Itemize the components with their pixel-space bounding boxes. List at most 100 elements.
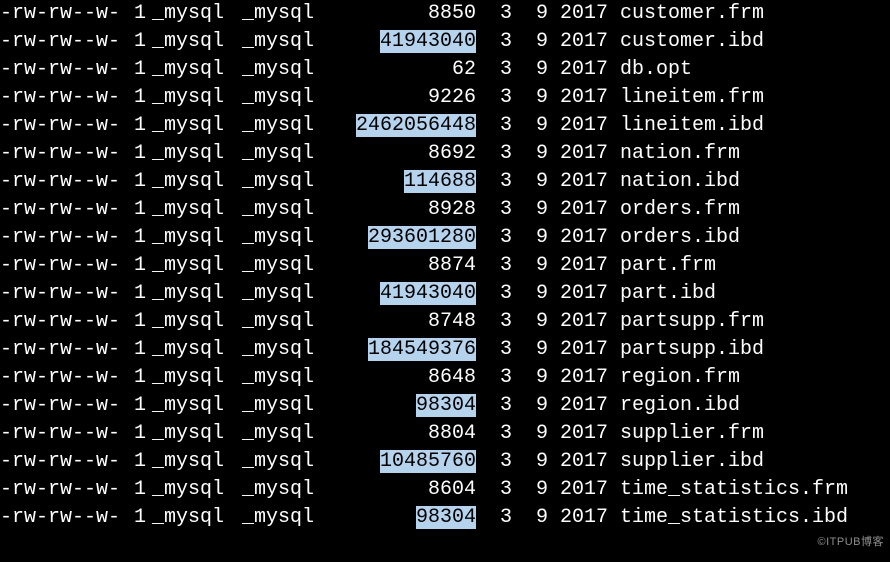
file-name: orders.frm xyxy=(608,196,740,224)
ls-row[interactable]: -rw-rw--w-1_mysql_mysql8874392017part.fr… xyxy=(0,252,890,280)
file-size[interactable]: 8804 xyxy=(428,422,476,445)
file-permissions: -rw-rw--w- xyxy=(0,252,122,280)
ls-row[interactable]: -rw-rw--w-1_mysql_mysql41943040392017cus… xyxy=(0,28,890,56)
file-size[interactable]: 293601280 xyxy=(368,226,476,249)
file-group: _mysql xyxy=(236,280,326,308)
file-month: 3 xyxy=(476,448,512,476)
file-month: 3 xyxy=(476,364,512,392)
terminal-output[interactable]: -rw-rw--w-1_mysql_mysql8850392017custome… xyxy=(0,0,890,532)
file-size[interactable]: 41943040 xyxy=(380,30,476,53)
file-day: 9 xyxy=(512,112,548,140)
file-group: _mysql xyxy=(236,84,326,112)
file-name: partsupp.ibd xyxy=(608,336,764,364)
file-size-cell: 41943040 xyxy=(326,280,476,308)
file-size[interactable]: 98304 xyxy=(416,394,476,417)
file-size[interactable]: 8874 xyxy=(428,254,476,277)
file-month: 3 xyxy=(476,84,512,112)
file-links: 1 xyxy=(122,420,146,448)
file-owner: _mysql xyxy=(146,252,236,280)
file-size[interactable]: 8692 xyxy=(428,142,476,165)
file-year: 2017 xyxy=(548,364,608,392)
file-permissions: -rw-rw--w- xyxy=(0,56,122,84)
file-size[interactable]: 184549376 xyxy=(368,338,476,361)
file-size[interactable]: 98304 xyxy=(416,506,476,529)
file-year: 2017 xyxy=(548,196,608,224)
file-links: 1 xyxy=(122,112,146,140)
file-year: 2017 xyxy=(548,336,608,364)
file-day: 9 xyxy=(512,476,548,504)
file-month: 3 xyxy=(476,140,512,168)
file-size[interactable]: 41943040 xyxy=(380,282,476,305)
file-group: _mysql xyxy=(236,0,326,28)
file-size[interactable]: 114688 xyxy=(404,170,476,193)
file-links: 1 xyxy=(122,168,146,196)
file-group: _mysql xyxy=(236,224,326,252)
file-name: time_statistics.frm xyxy=(608,476,848,504)
ls-row[interactable]: -rw-rw--w-1_mysql_mysql8928392017orders.… xyxy=(0,196,890,224)
file-size-cell: 9226 xyxy=(326,84,476,112)
ls-row[interactable]: -rw-rw--w-1_mysql_mysql62392017db.opt xyxy=(0,56,890,84)
file-name: lineitem.ibd xyxy=(608,112,764,140)
file-day: 9 xyxy=(512,392,548,420)
file-size[interactable]: 9226 xyxy=(428,86,476,109)
file-month: 3 xyxy=(476,252,512,280)
ls-row[interactable]: -rw-rw--w-1_mysql_mysql8804392017supplie… xyxy=(0,420,890,448)
file-group: _mysql xyxy=(236,504,326,532)
ls-row[interactable]: -rw-rw--w-1_mysql_mysql98304392017time_s… xyxy=(0,504,890,532)
ls-row[interactable]: -rw-rw--w-1_mysql_mysql10485760392017sup… xyxy=(0,448,890,476)
file-day: 9 xyxy=(512,364,548,392)
file-month: 3 xyxy=(476,420,512,448)
file-name: lineitem.frm xyxy=(608,84,764,112)
file-size[interactable]: 8850 xyxy=(428,2,476,25)
file-day: 9 xyxy=(512,224,548,252)
file-size[interactable]: 8604 xyxy=(428,478,476,501)
file-size-cell: 8648 xyxy=(326,364,476,392)
ls-row[interactable]: -rw-rw--w-1_mysql_mysql8648392017region.… xyxy=(0,364,890,392)
file-permissions: -rw-rw--w- xyxy=(0,140,122,168)
file-size-cell: 8928 xyxy=(326,196,476,224)
file-group: _mysql xyxy=(236,420,326,448)
ls-row[interactable]: -rw-rw--w-1_mysql_mysql8604392017time_st… xyxy=(0,476,890,504)
file-permissions: -rw-rw--w- xyxy=(0,28,122,56)
file-year: 2017 xyxy=(548,84,608,112)
ls-row[interactable]: -rw-rw--w-1_mysql_mysql184549376392017pa… xyxy=(0,336,890,364)
file-owner: _mysql xyxy=(146,28,236,56)
file-size[interactable]: 8748 xyxy=(428,310,476,333)
file-size-cell: 114688 xyxy=(326,168,476,196)
file-owner: _mysql xyxy=(146,84,236,112)
file-links: 1 xyxy=(122,0,146,28)
file-size[interactable]: 2462056448 xyxy=(356,114,476,137)
file-links: 1 xyxy=(122,504,146,532)
file-permissions: -rw-rw--w- xyxy=(0,224,122,252)
ls-row[interactable]: -rw-rw--w-1_mysql_mysql293601280392017or… xyxy=(0,224,890,252)
ls-row[interactable]: -rw-rw--w-1_mysql_mysql8748392017partsup… xyxy=(0,308,890,336)
ls-row[interactable]: -rw-rw--w-1_mysql_mysql2462056448392017l… xyxy=(0,112,890,140)
ls-row[interactable]: -rw-rw--w-1_mysql_mysql114688392017natio… xyxy=(0,168,890,196)
file-owner: _mysql xyxy=(146,140,236,168)
file-links: 1 xyxy=(122,280,146,308)
file-day: 9 xyxy=(512,140,548,168)
file-owner: _mysql xyxy=(146,308,236,336)
file-year: 2017 xyxy=(548,308,608,336)
file-owner: _mysql xyxy=(146,392,236,420)
file-owner: _mysql xyxy=(146,224,236,252)
file-day: 9 xyxy=(512,196,548,224)
file-links: 1 xyxy=(122,252,146,280)
file-size[interactable]: 8928 xyxy=(428,198,476,221)
file-name: region.frm xyxy=(608,364,740,392)
file-year: 2017 xyxy=(548,448,608,476)
ls-row[interactable]: -rw-rw--w-1_mysql_mysql41943040392017par… xyxy=(0,280,890,308)
file-permissions: -rw-rw--w- xyxy=(0,280,122,308)
ls-row[interactable]: -rw-rw--w-1_mysql_mysql9226392017lineite… xyxy=(0,84,890,112)
ls-row[interactable]: -rw-rw--w-1_mysql_mysql98304392017region… xyxy=(0,392,890,420)
file-year: 2017 xyxy=(548,0,608,28)
file-name: region.ibd xyxy=(608,392,740,420)
ls-row[interactable]: -rw-rw--w-1_mysql_mysql8850392017custome… xyxy=(0,0,890,28)
ls-row[interactable]: -rw-rw--w-1_mysql_mysql8692392017nation.… xyxy=(0,140,890,168)
file-size[interactable]: 8648 xyxy=(428,366,476,389)
file-links: 1 xyxy=(122,476,146,504)
file-month: 3 xyxy=(476,504,512,532)
file-size[interactable]: 10485760 xyxy=(380,450,476,473)
file-size[interactable]: 62 xyxy=(452,58,476,81)
file-permissions: -rw-rw--w- xyxy=(0,448,122,476)
